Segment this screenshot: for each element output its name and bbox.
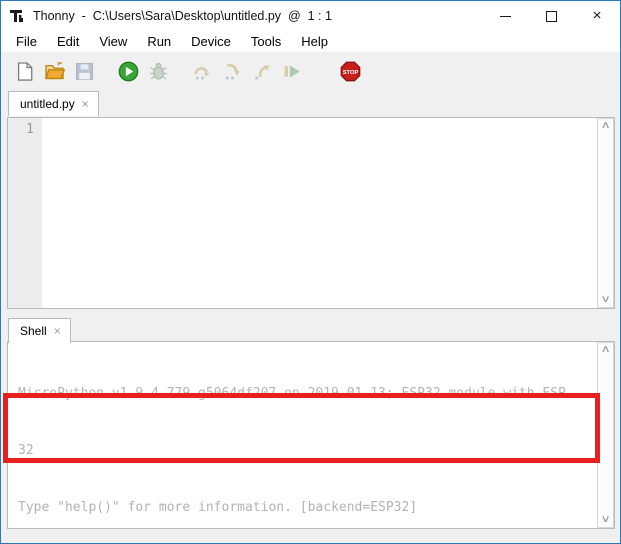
shell-banner-line: Type "help()" for more information. [bac… xyxy=(18,498,597,517)
scroll-down-icon[interactable]: ∨ xyxy=(600,295,610,305)
thonny-window: Thonny - C:\Users\Sara\Desktop\untitled.… xyxy=(0,0,621,544)
minimize-button[interactable] xyxy=(482,1,528,31)
resume-button xyxy=(279,58,305,84)
line-number-gutter: 1 xyxy=(8,118,42,308)
step-over-icon xyxy=(192,61,213,82)
maximize-icon xyxy=(546,11,557,22)
shell-tab-row: Shell × xyxy=(8,318,71,342)
debug-bug-icon xyxy=(148,61,169,82)
debug-script-button xyxy=(145,58,171,84)
menu-run[interactable]: Run xyxy=(137,32,181,51)
shell-scrollbar[interactable]: ∧ ∨ xyxy=(597,342,614,528)
editor-panel: 1 ∧ ∨ xyxy=(7,117,615,309)
scroll-up-icon[interactable]: ∧ xyxy=(600,345,610,355)
new-file-button[interactable] xyxy=(11,58,37,84)
step-out-button xyxy=(249,58,275,84)
menu-tools[interactable]: Tools xyxy=(241,32,291,51)
title-bar[interactable]: Thonny - C:\Users\Sara\Desktop\untitled.… xyxy=(1,1,620,31)
open-folder-icon xyxy=(44,61,65,82)
open-file-button[interactable] xyxy=(41,58,67,84)
editor-tab-row: untitled.py × xyxy=(8,91,99,117)
stop-sign-icon: STOP xyxy=(340,61,361,82)
run-script-button[interactable] xyxy=(115,58,141,84)
save-file-button xyxy=(71,58,97,84)
resume-icon xyxy=(282,61,303,82)
menu-edit[interactable]: Edit xyxy=(47,32,89,51)
run-icon xyxy=(118,61,139,82)
shell-banner-line: 32 xyxy=(18,441,597,460)
menu-device[interactable]: Device xyxy=(181,32,241,51)
shell-panel: MicroPython v1.9.4-779-g5064df207 on 201… xyxy=(7,341,615,529)
maximize-button[interactable] xyxy=(528,1,574,31)
step-into-icon xyxy=(222,61,243,82)
editor-tab-close-icon[interactable]: × xyxy=(82,98,89,110)
menu-bar: File Edit View Run Device Tools Help xyxy=(1,31,620,52)
tab-untitled-py[interactable]: untitled.py × xyxy=(8,91,99,116)
menu-view[interactable]: View xyxy=(89,32,137,51)
close-button[interactable]: × xyxy=(574,1,620,31)
editor-text-area[interactable] xyxy=(42,118,597,308)
scroll-up-icon[interactable]: ∧ xyxy=(600,121,610,131)
thonny-logo-icon xyxy=(9,8,26,25)
close-icon: × xyxy=(592,8,601,23)
step-into-button xyxy=(219,58,245,84)
shell-tab-label: Shell xyxy=(20,324,47,338)
minimize-icon xyxy=(500,16,511,17)
svg-text:STOP: STOP xyxy=(342,70,358,76)
shell-banner-line: MicroPython v1.9.4-779-g5064df207 on 201… xyxy=(18,384,597,403)
shell-output[interactable]: MicroPython v1.9.4-779-g5064df207 on 201… xyxy=(8,342,597,528)
menu-help[interactable]: Help xyxy=(291,32,338,51)
stop-button[interactable]: STOP xyxy=(337,58,363,84)
step-out-icon xyxy=(252,61,273,82)
tab-shell[interactable]: Shell × xyxy=(8,318,71,343)
line-number: 1 xyxy=(8,122,34,137)
shell-tab-close-icon[interactable]: × xyxy=(54,325,61,337)
step-over-button xyxy=(189,58,215,84)
menu-file[interactable]: File xyxy=(6,32,47,51)
window-title: Thonny - C:\Users\Sara\Desktop\untitled.… xyxy=(33,9,332,23)
editor-scrollbar[interactable]: ∧ ∨ xyxy=(597,118,614,308)
toolbar: STOP xyxy=(1,52,620,90)
new-file-icon xyxy=(14,61,35,82)
save-icon xyxy=(74,61,95,82)
editor-tab-label: untitled.py xyxy=(20,97,75,111)
scroll-down-icon[interactable]: ∨ xyxy=(600,515,610,525)
